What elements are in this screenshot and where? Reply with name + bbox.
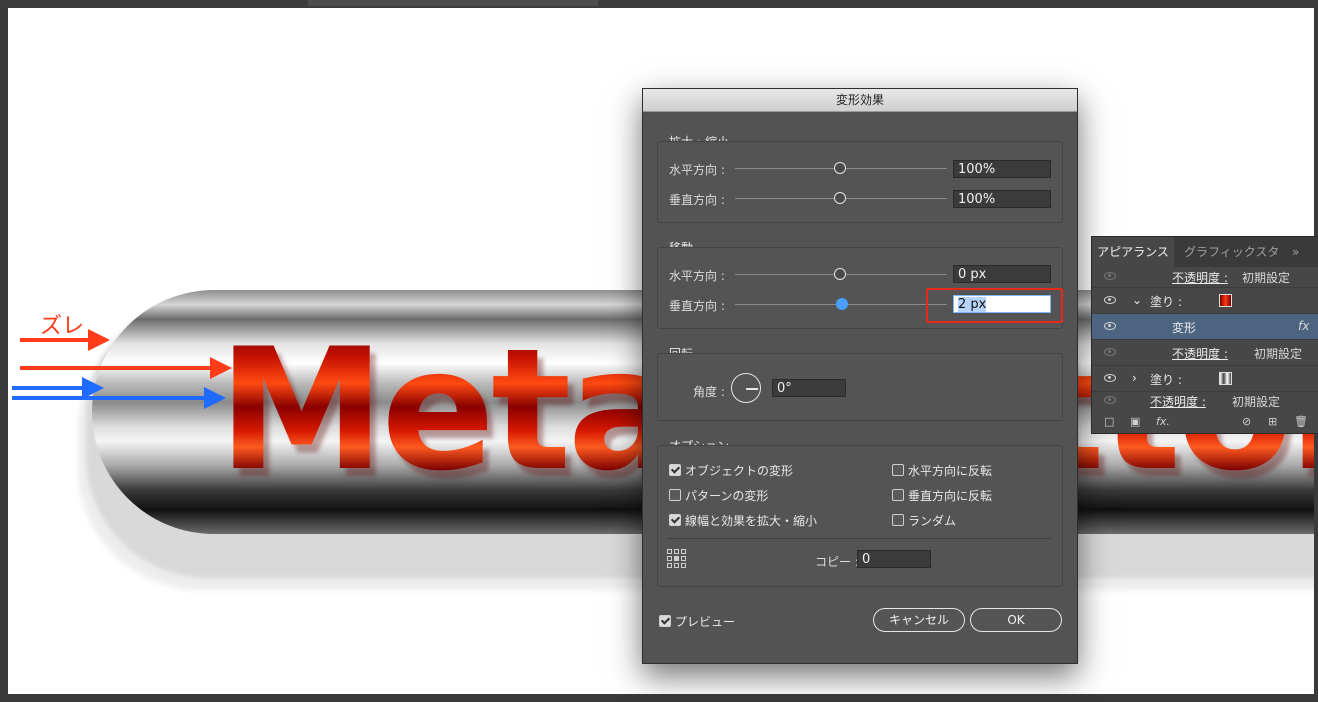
- duplicate-item-icon[interactable]: ⊞: [1268, 415, 1277, 428]
- random-checkbox[interactable]: [892, 514, 904, 526]
- opacity-label[interactable]: 不透明度 :: [1172, 345, 1228, 362]
- fill-label[interactable]: 塗り :: [1150, 293, 1182, 310]
- opacity-value: 初期設定: [1232, 395, 1281, 409]
- preview-checkbox[interactable]: [659, 615, 671, 627]
- opacity-label[interactable]: 不透明度 :: [1150, 393, 1206, 410]
- appearance-row-fill-red[interactable]: ⌄ 塗り :: [1092, 288, 1318, 314]
- add-stroke-icon[interactable]: □: [1104, 415, 1114, 428]
- scale-strokes-label: 線幅と効果を拡大・縮小: [685, 514, 818, 528]
- scale-group: [657, 141, 1063, 223]
- move-horizontal-input[interactable]: 0 px: [953, 265, 1051, 283]
- window-top-bar: [0, 0, 1318, 8]
- tab-graphic-styles[interactable]: グラフィックスタ: [1184, 237, 1284, 267]
- shift-annotation-label: ズレ: [40, 314, 85, 339]
- panel-more-icon[interactable]: »: [1292, 237, 1306, 267]
- chevron-down-icon[interactable]: ⌄: [1132, 293, 1142, 307]
- appearance-row-opacity-fill[interactable]: 不透明度 : 初期設定: [1092, 340, 1318, 366]
- random-label: ランダム: [908, 514, 957, 528]
- fx-icon[interactable]: fx: [1298, 319, 1309, 333]
- reflect-y-label: 垂直方向に反転: [908, 489, 993, 503]
- appearance-row-opacity-object[interactable]: 不透明度 : 初期設定: [1092, 392, 1318, 409]
- transform-patterns-checkbox[interactable]: [669, 489, 681, 501]
- appearance-row-transform-effect[interactable]: 変形 fx: [1092, 314, 1318, 340]
- angle-input[interactable]: 0°: [772, 379, 846, 397]
- transform-effect-dialog: 変形効果 拡大・縮小 水平方向 : 100% 垂直方向 : 100% 移動 水平…: [642, 88, 1078, 664]
- opacity-value: 初期設定: [1254, 347, 1303, 361]
- tab-appearance[interactable]: アピアランス: [1092, 237, 1174, 267]
- blue-arrow-icon: [12, 377, 104, 399]
- reflect-x-label: 水平方向に反転: [908, 464, 993, 478]
- reflect-x-checkbox[interactable]: [892, 464, 904, 476]
- ok-button[interactable]: OK: [970, 608, 1062, 632]
- opacity-label[interactable]: 不透明度 :: [1172, 269, 1228, 286]
- clear-appearance-icon[interactable]: ⊘: [1242, 415, 1251, 428]
- trash-icon[interactable]: 🗑: [1294, 415, 1308, 428]
- eye-icon[interactable]: [1104, 348, 1116, 356]
- cancel-button[interactable]: キャンセル: [873, 608, 965, 632]
- scale-vertical-input[interactable]: 100%: [953, 190, 1051, 208]
- move-vertical-slider-knob[interactable]: [836, 298, 848, 310]
- scale-horizontal-slider-knob[interactable]: [834, 162, 846, 174]
- move-horizontal-label: 水平方向 :: [669, 269, 725, 283]
- transform-patterns-label: パターンの変形: [685, 489, 769, 503]
- appearance-row-opacity-top[interactable]: 不透明度 : 初期設定: [1092, 267, 1318, 288]
- scale-horizontal-label: 水平方向 :: [669, 163, 725, 177]
- transform-objects-label: オブジェクトの変形: [685, 464, 794, 478]
- add-effect-fx-icon[interactable]: fx.: [1156, 415, 1170, 428]
- reflect-y-checkbox[interactable]: [892, 489, 904, 501]
- red-arrow-icon: [20, 357, 232, 379]
- eye-icon[interactable]: [1104, 272, 1116, 280]
- options-divider: [667, 538, 1051, 539]
- copies-input[interactable]: 0: [857, 550, 931, 568]
- scale-horizontal-input[interactable]: 100%: [953, 160, 1051, 178]
- eye-icon[interactable]: [1104, 374, 1116, 382]
- reference-point-icon[interactable]: [667, 549, 687, 569]
- eye-icon[interactable]: [1104, 296, 1116, 304]
- copies-label: コピー :: [815, 555, 859, 569]
- scale-vertical-slider-knob[interactable]: [834, 192, 846, 204]
- angle-dial-icon[interactable]: [731, 373, 761, 403]
- document-tab-strip: [308, 0, 598, 6]
- scale-strokes-checkbox[interactable]: [669, 514, 681, 526]
- angle-label: 角度 :: [693, 385, 725, 399]
- add-fill-icon[interactable]: ▣: [1130, 415, 1140, 428]
- eye-icon[interactable]: [1104, 322, 1116, 330]
- appearance-panel: アピアランス グラフィックスタ » 不透明度 : 初期設定 ⌄ 塗り : 変形 …: [1091, 236, 1318, 434]
- dialog-title: 変形効果: [643, 89, 1077, 112]
- move-horizontal-slider-knob[interactable]: [834, 268, 846, 280]
- fill-swatch-red[interactable]: [1219, 294, 1232, 307]
- eye-icon[interactable]: [1104, 396, 1116, 404]
- scale-vertical-label: 垂直方向 :: [669, 193, 725, 207]
- panel-footer: □ ▣ fx. ⊘ ⊞ 🗑: [1092, 409, 1318, 433]
- transform-effect-label[interactable]: 変形: [1172, 319, 1196, 336]
- transform-objects-checkbox[interactable]: [669, 464, 681, 476]
- fill-label[interactable]: 塗り :: [1150, 371, 1182, 388]
- highlight-box: [926, 288, 1063, 323]
- fill-swatch-gradient[interactable]: [1219, 372, 1232, 385]
- appearance-row-fill-gray[interactable]: › 塗り :: [1092, 366, 1318, 392]
- blue-arrow-icon: [12, 387, 226, 409]
- panel-tab-bar: アピアランス グラフィックスタ »: [1092, 237, 1318, 267]
- preview-label: プレビュー: [675, 615, 736, 629]
- opacity-value: 初期設定: [1242, 271, 1291, 285]
- chevron-right-icon[interactable]: ›: [1132, 371, 1137, 385]
- red-arrow-icon: [20, 329, 110, 351]
- window-bottom-bar: [0, 694, 1318, 702]
- move-vertical-label: 垂直方向 :: [669, 299, 725, 313]
